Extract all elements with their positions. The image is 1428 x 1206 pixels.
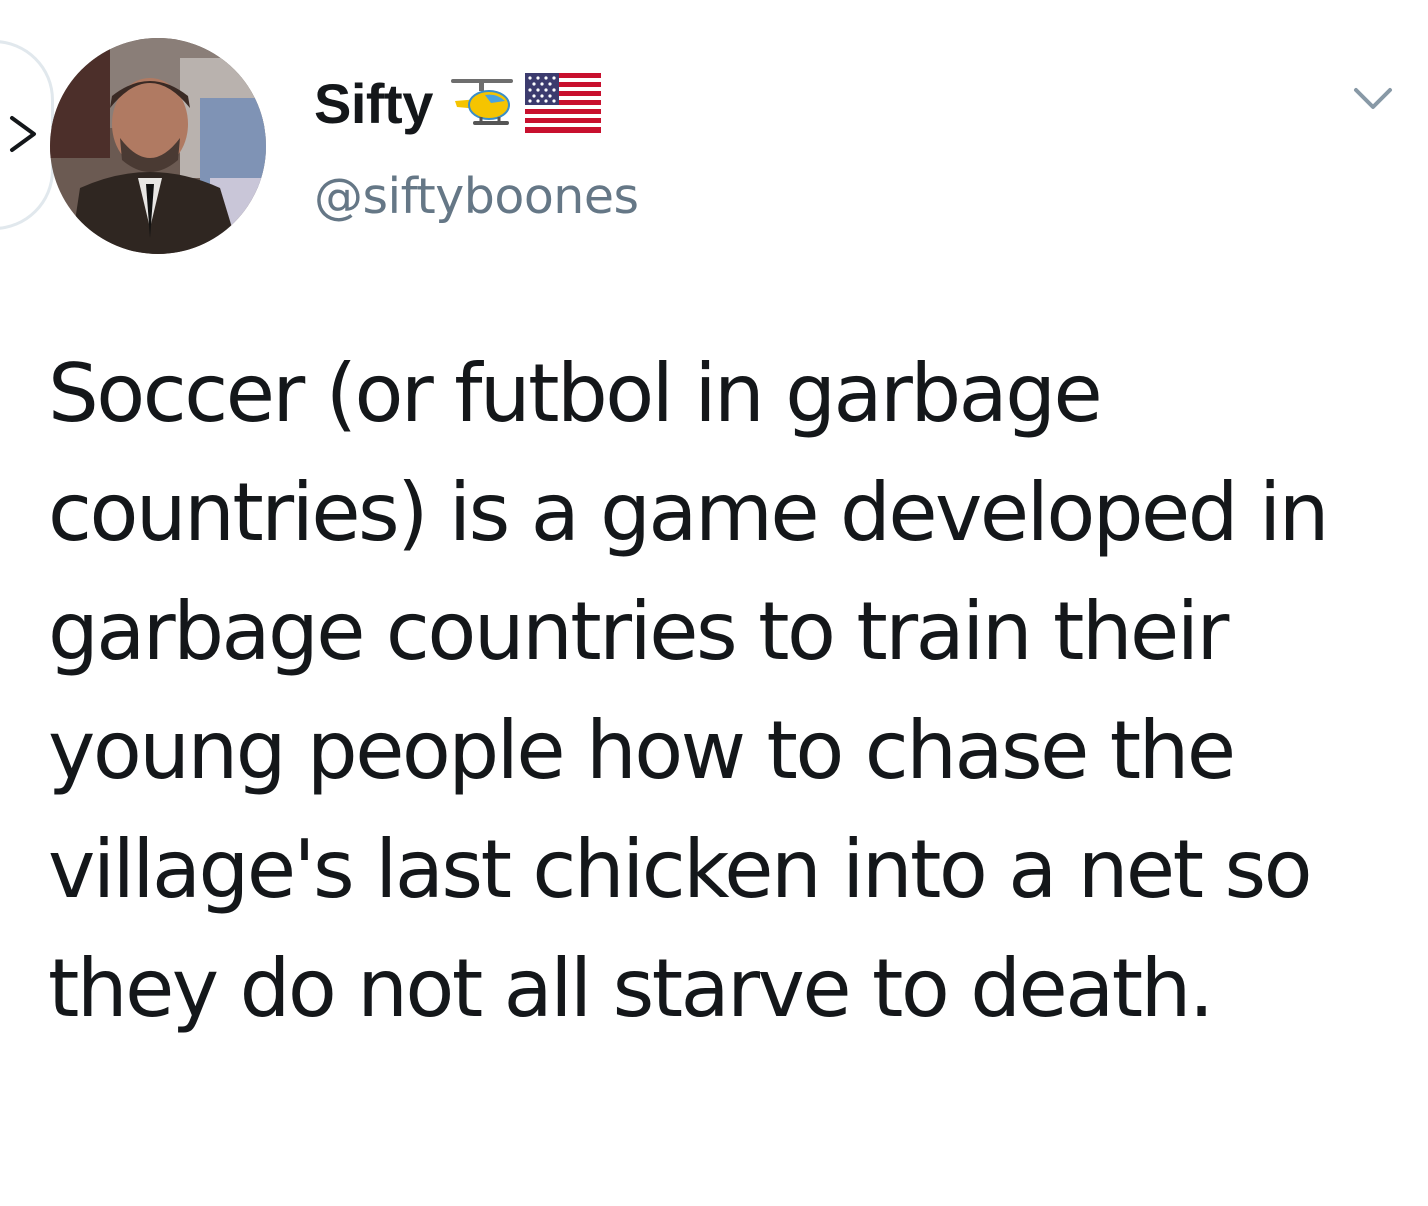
- profile-photo: [50, 38, 266, 254]
- chevron-right-icon[interactable]: [6, 112, 40, 156]
- display-name-row: Sifty: [314, 60, 639, 146]
- tweet-text: Soccer (or futbol in garbage countries) …: [48, 347, 1329, 1035]
- us-flag-emoji: [524, 73, 601, 133]
- chevron-down-icon[interactable]: [1352, 86, 1394, 112]
- helicopter-emoji: [449, 71, 515, 135]
- user-handle[interactable]: @siftyboones: [314, 168, 639, 225]
- display-name[interactable]: Sifty: [314, 71, 433, 136]
- avatar[interactable]: [50, 38, 266, 254]
- user-info[interactable]: Sifty @siftyboones: [314, 60, 639, 226]
